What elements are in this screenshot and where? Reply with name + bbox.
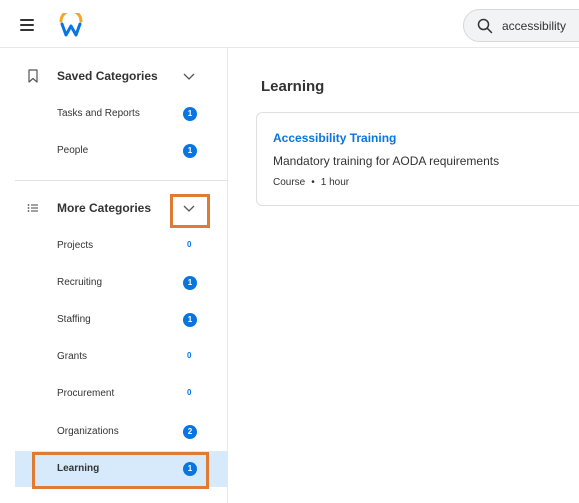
sidebar-item-label: Tasks and Reports: [57, 108, 140, 119]
count-value: 0: [187, 388, 192, 397]
search-input[interactable]: accessibility: [463, 9, 579, 42]
saved-categories-title: Saved Categories: [57, 69, 158, 83]
list-icon: [27, 204, 38, 212]
sidebar-item-recruiting[interactable]: Recruiting 1: [15, 265, 228, 301]
result-type: Course: [273, 177, 306, 188]
sidebar-item-learning[interactable]: Learning 1: [15, 451, 228, 487]
count-value: 0: [187, 351, 192, 360]
sidebar-item-projects[interactable]: Projects 0: [15, 228, 228, 264]
bookmark-icon: [28, 69, 38, 83]
workday-logo[interactable]: [58, 13, 84, 37]
count-value: 0: [187, 240, 192, 249]
top-bar: accessibility: [0, 0, 579, 48]
sidebar-item-tasks-and-reports[interactable]: Tasks and Reports 1: [15, 96, 228, 132]
sidebar-item-people[interactable]: People 1: [15, 133, 228, 169]
sidebar-item-label: Recruiting: [57, 277, 103, 288]
count-badge: 1: [183, 276, 197, 290]
chevron-down-icon[interactable]: [183, 70, 195, 82]
more-categories-header[interactable]: More Categories: [15, 188, 228, 228]
count-badge: 2: [183, 425, 197, 439]
sidebar-item-staffing[interactable]: Staffing 1: [15, 302, 228, 338]
sidebar-item-grants[interactable]: Grants 0: [15, 339, 228, 375]
sidebar-item-label: Procurement: [57, 388, 115, 399]
page-title: Learning: [261, 78, 325, 95]
saved-categories-header[interactable]: Saved Categories: [15, 56, 228, 96]
result-description: Mandatory training for AODA requirements: [273, 154, 500, 168]
sidebar-item-procurement[interactable]: Procurement 0: [15, 376, 228, 412]
result-duration: 1 hour: [320, 177, 350, 188]
sidebar-item-label: Organizations: [57, 426, 119, 437]
category-sidebar: Saved Categories Tasks and Reports 1 Peo…: [0, 48, 228, 503]
sidebar-item-label: Projects: [57, 240, 94, 251]
sidebar-item-label: Staffing: [57, 314, 91, 325]
result-title-link[interactable]: Accessibility Training: [273, 131, 396, 145]
menu-icon[interactable]: [20, 19, 34, 31]
more-categories-title: More Categories: [57, 201, 152, 215]
meta-separator: •: [311, 177, 315, 188]
count-badge: 1: [183, 107, 197, 121]
search-value: accessibility: [502, 19, 567, 33]
sidebar-item-label: Grants: [57, 351, 88, 362]
result-meta: Course • 1 hour: [273, 177, 349, 188]
section-divider: [15, 180, 228, 181]
count-badge: 1: [183, 144, 197, 158]
chevron-down-icon[interactable]: [183, 202, 195, 214]
sidebar-item-label: People: [57, 145, 89, 156]
count-badge: 1: [183, 313, 197, 327]
search-icon: [477, 18, 493, 34]
sidebar-item-label: Learning: [57, 463, 100, 474]
result-card: Accessibility Training Mandatory trainin…: [256, 112, 579, 206]
count-badge: 1: [183, 462, 197, 476]
sidebar-item-organizations[interactable]: Organizations 2: [15, 414, 228, 450]
